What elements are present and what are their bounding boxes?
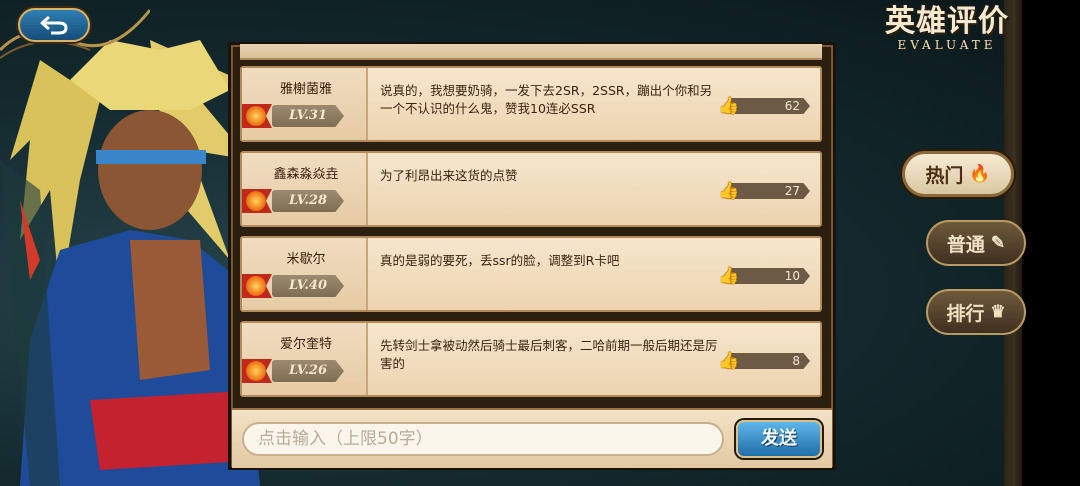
level-text: LV.26 [272,360,344,382]
comment-text: 为了利昂出来这货的点赞 [380,168,518,183]
comment-user[interactable]: 雅榭菌雅 LV.31 [242,68,368,140]
flame-icon [246,191,266,211]
flame-icon [246,361,266,381]
title-chinese: 英雄评价 [885,4,1009,39]
title-english: EVALUATE [897,38,997,52]
tab-hot-label: 热门 [925,164,964,187]
user-name: 米歇尔 [286,252,326,267]
tab-hot[interactable]: 热门 🔥 [902,151,1014,197]
thumbs-up-icon: 👍 [718,351,740,371]
comment-text: 说真的，我想要奶骑，一发下去2SR，2SSR，蹦出个你和另一个不认识的什么鬼，赞… [380,83,713,116]
pencil-icon: ✎ [990,233,1006,253]
level-badge: LV.40 [242,274,364,298]
level-text: LV.28 [272,190,344,212]
like-button[interactable]: 27 👍 [718,181,810,201]
comment-text: 真的是弱的要死，丢ssr的脸，调整到R卡吧 [380,253,620,268]
user-name: 鑫森淼焱垚 [273,167,339,182]
user-name: 爱尔奎特 [279,337,332,352]
level-badge: LV.31 [242,104,364,128]
comment-user[interactable]: 爱尔奎特 LV.26 [242,323,368,395]
level-text: LV.31 [272,105,344,127]
tab-normal-label: 普通 [946,233,985,256]
crown-icon: ♛ [990,302,1006,322]
thumbs-up-icon: 👍 [718,96,740,116]
level-badge: LV.28 [242,189,364,213]
comment-card: 雅榭菌雅 LV.31 说真的，我想要奶骑，一发下去2SR，2SSR，蹦出个你和另… [240,66,822,142]
like-button[interactable]: 8 👍 [718,351,810,371]
hero-illustration [0,40,260,486]
page-title: 英雄评价 EVALUATE [872,4,1022,60]
comment-card: 爱尔奎特 LV.26 先转剑士拿被动然后骑士最后刺客，二哈前期一般后期还是厉害的… [240,321,822,397]
screen-edge-bar [1022,0,1080,486]
flame-icon [246,276,266,296]
tab-rank[interactable]: 排行 ♛ [926,289,1026,335]
like-button[interactable]: 10 👍 [718,266,810,286]
comment-text: 先转剑士拿被动然后骑士最后刺客，二哈前期一般后期还是厉害的 [380,338,718,371]
flame-icon [246,106,266,126]
thumbs-up-icon: 👍 [718,181,740,201]
level-text: LV.40 [272,275,344,297]
comment-user[interactable]: 鑫森淼焱垚 LV.28 [242,153,368,225]
flame-icon: 🔥 [969,164,991,184]
comment-card: 米歇尔 LV.40 真的是弱的要死，丢ssr的脸，调整到R卡吧 10 👍 [240,236,822,312]
level-badge: LV.26 [242,359,364,383]
tab-normal[interactable]: 普通 ✎ [926,220,1026,266]
back-arrow-icon [40,15,68,35]
send-button[interactable]: 发送 [736,420,822,458]
partial-comment-card [240,44,822,60]
thumbs-up-icon: 👍 [718,266,740,286]
like-button[interactable]: 62 👍 [718,96,810,116]
tab-rank-label: 排行 [946,302,985,325]
comment-user[interactable]: 米歇尔 LV.40 [242,238,368,310]
back-button[interactable] [18,8,90,42]
comment-card: 鑫森淼焱垚 LV.28 为了利昂出来这货的点赞 27 👍 [240,151,822,227]
user-name: 雅榭菌雅 [279,82,332,97]
comment-input[interactable]: 点击输入（上限50字） [242,422,724,456]
